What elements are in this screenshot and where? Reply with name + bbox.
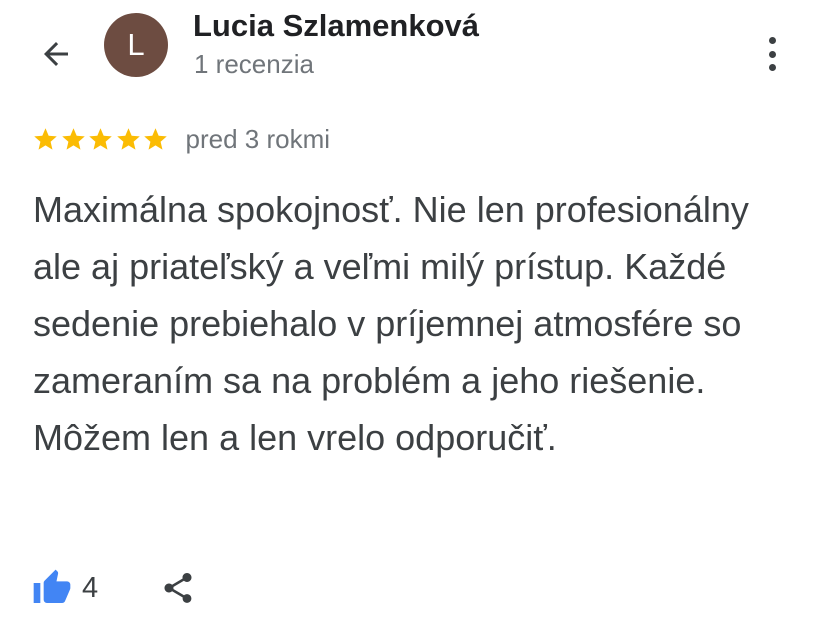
more-vertical-icon xyxy=(768,37,776,44)
arrow-left-icon xyxy=(44,42,68,66)
thumb-up-icon xyxy=(33,569,71,603)
back-button[interactable] xyxy=(36,34,76,74)
rating-row: pred 3 rokmi xyxy=(32,122,330,156)
star-icon xyxy=(144,127,167,150)
review-time: pred 3 rokmi xyxy=(185,123,331,154)
star-icon xyxy=(61,127,85,150)
like-button[interactable]: 4 xyxy=(32,568,98,608)
share-icon xyxy=(164,573,192,603)
star-icon xyxy=(34,127,57,150)
share-button[interactable] xyxy=(160,570,196,606)
like-count: 4 xyxy=(82,571,99,604)
author-review-count: 1 recenzia xyxy=(194,49,314,79)
more-options-button[interactable] xyxy=(752,33,792,75)
review-text: Maximálna spokojnosť. Nie len profesioná… xyxy=(33,189,749,458)
avatar[interactable]: L xyxy=(104,13,168,77)
star-icon xyxy=(89,127,112,150)
more-vertical-icon-dot xyxy=(768,50,776,58)
avatar-initial: L xyxy=(127,27,145,62)
star-icon xyxy=(116,127,140,150)
author-name[interactable]: Lucia Szlamenková xyxy=(193,8,479,44)
more-vertical-icon-dot xyxy=(768,64,776,71)
star-rating xyxy=(32,126,170,153)
